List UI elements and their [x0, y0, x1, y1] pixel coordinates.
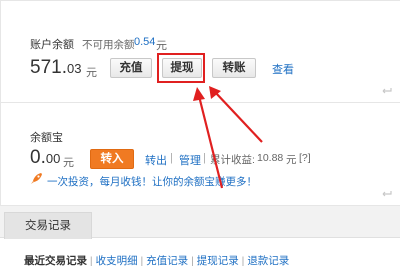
subnav-separator: | [89, 255, 93, 267]
subnav-item-recharge[interactable]: 充值记录 [146, 255, 188, 267]
transfer-button[interactable]: 转账 [212, 58, 256, 78]
subnav-item-withdraw[interactable]: 提现记录 [197, 255, 239, 267]
transfer-out-link[interactable]: 转出 [145, 152, 167, 168]
help-link[interactable]: [?] [299, 152, 311, 164]
balance-unit: 元 [86, 67, 97, 79]
unavailable-unit: 元 [156, 40, 167, 52]
withdraw-highlight-box [157, 53, 205, 83]
transfer-in-button[interactable]: 转入 [90, 149, 134, 169]
promo-link[interactable]: 一次投资，每月收钱！让你的余额宝赚更多！ [47, 174, 257, 189]
subnav-separator: | [140, 255, 144, 267]
balance-label: 账户余额 [30, 39, 74, 51]
balance-integer: 571. [30, 57, 67, 78]
unavailable-label: 不可用余额 [82, 39, 135, 51]
annotation-arrowhead-1 [193, 87, 205, 101]
tab-transaction-records[interactable]: 交易记录 [4, 212, 92, 239]
subnav-item-income-expense[interactable]: 收支明细 [96, 255, 138, 267]
yuebao-amount-unit: 元 [63, 157, 74, 169]
yuebao-amount-integer: 0. [30, 147, 46, 168]
earnings-value: 10.88 [257, 152, 284, 164]
section-divider [0, 102, 400, 103]
annotation-arrow-2 [214, 91, 263, 143]
refresh-icon[interactable] [381, 86, 393, 96]
subnav-item-refund[interactable]: 退款记录 [247, 255, 289, 267]
frame-top-border [0, 0, 400, 1]
frame-left-border [0, 0, 1, 206]
link-separator-2: | [203, 152, 206, 164]
manage-link[interactable]: 管理 [179, 152, 201, 168]
link-separator: | [170, 152, 173, 164]
rocket-icon [31, 173, 42, 184]
subnav-separator: | [241, 255, 245, 267]
balance-decimal: 03 [66, 61, 82, 76]
yuebao-amount: 0.00 [30, 147, 60, 169]
annotation-arrowhead-2 [209, 86, 221, 99]
view-link[interactable]: 查看 [272, 61, 294, 77]
earnings-label: 累计收益: [210, 154, 255, 166]
balance-amount: 571.03 [30, 57, 81, 79]
recharge-button[interactable]: 充值 [110, 58, 152, 78]
yuebao-title: 余额宝 [30, 132, 63, 144]
subnav-bar: 最近交易记录 | 收支明细 | 充值记录 | 提现记录 | 退款记录 [24, 253, 289, 268]
yuebao-amount-decimal: 00 [45, 151, 61, 166]
refresh-icon-2[interactable] [381, 189, 393, 199]
earnings-unit: 元 [286, 154, 297, 166]
subnav-item-recent[interactable]: 最近交易记录 [24, 255, 87, 267]
unavailable-value: 0.54 [134, 36, 156, 48]
subnav-separator: | [191, 255, 194, 267]
